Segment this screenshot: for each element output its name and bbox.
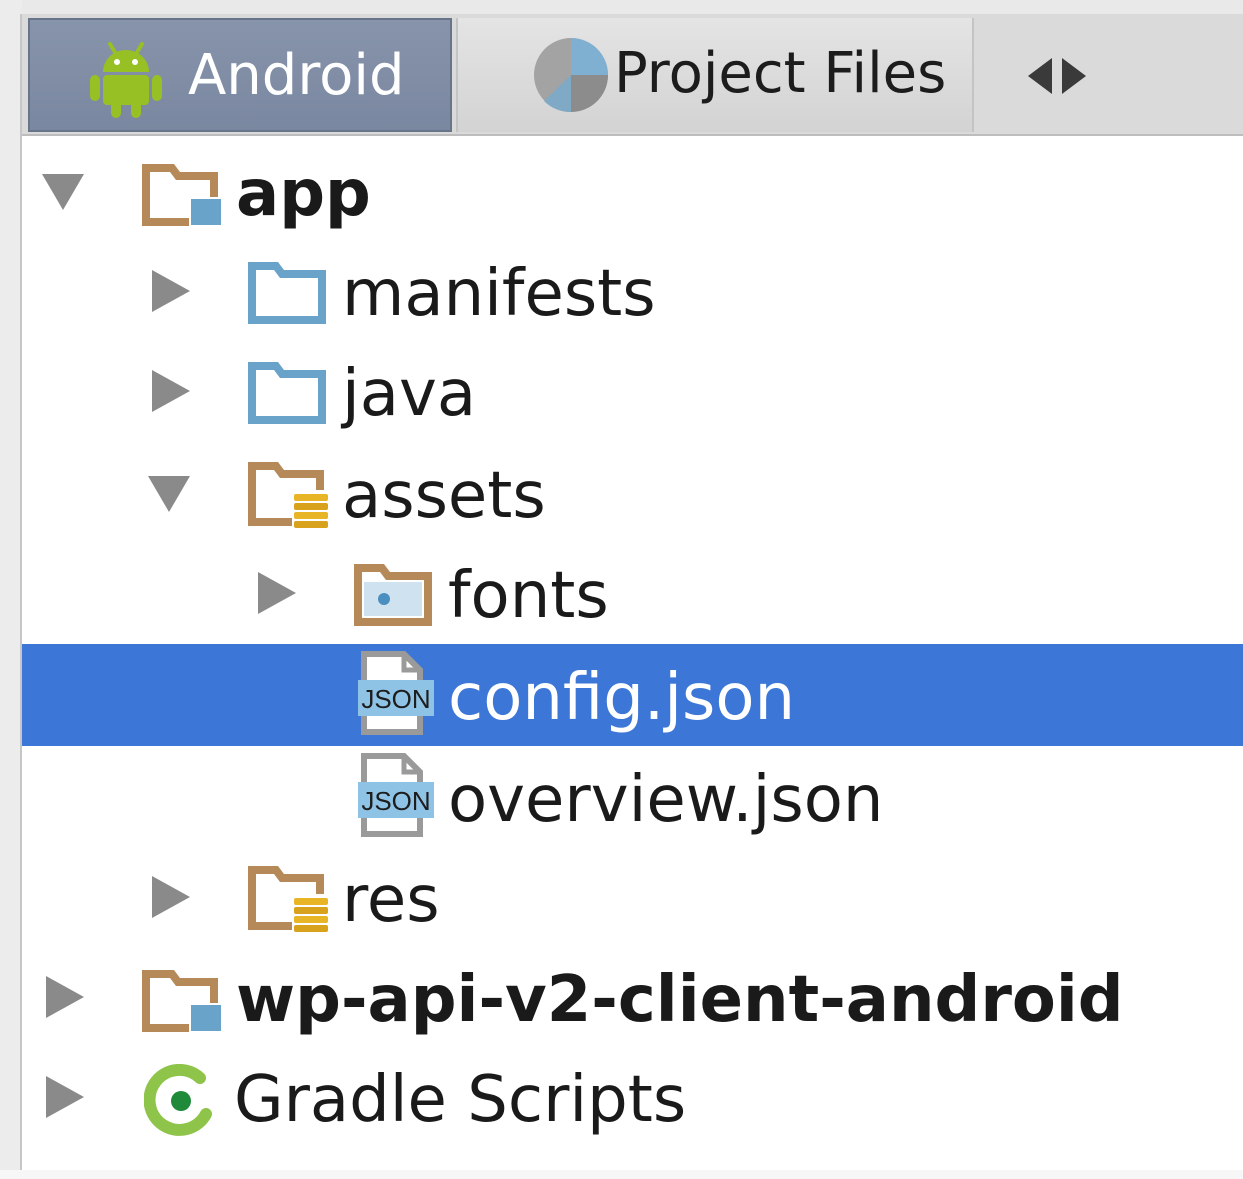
tab-project-files-label: Project Files (614, 41, 947, 106)
collapsed-arrow-icon[interactable] (148, 874, 194, 924)
tree-node-label: manifests (342, 257, 656, 331)
collapsed-arrow-icon[interactable] (42, 974, 88, 1024)
resource-folder-icon (248, 458, 332, 534)
collapsed-arrow-icon[interactable] (148, 368, 194, 418)
window-frame-bottom (0, 1170, 1243, 1179)
resource-folder-icon (248, 862, 332, 938)
tree-node-label: Gradle Scripts (234, 1063, 687, 1137)
tree-node-label: java (342, 357, 477, 431)
tree-node-gradle-scripts[interactable]: Gradle Scripts (22, 1046, 1243, 1148)
module-folder-icon (142, 964, 226, 1038)
window-frame-top (0, 0, 1243, 14)
tree-node-label: overview.json (448, 763, 884, 837)
tree-node-label: assets (342, 459, 546, 533)
tree-node-overview-json[interactable]: JSON overview.json (22, 746, 1243, 848)
json-file-icon: JSON (358, 752, 434, 842)
tree-node-label: app (236, 157, 371, 231)
svg-text:JSON: JSON (361, 786, 430, 816)
expanded-arrow-icon[interactable] (40, 168, 86, 218)
folder-icon (248, 358, 328, 430)
package-folder-icon (354, 560, 434, 632)
tree-node-java[interactable]: java (22, 340, 1243, 442)
expanded-arrow-icon[interactable] (146, 470, 192, 520)
window-frame-left (0, 0, 22, 1179)
tree-node-label: res (342, 863, 440, 937)
project-files-icon (532, 36, 610, 118)
tab-android[interactable]: Android (28, 18, 452, 132)
folder-icon (248, 258, 328, 330)
collapsed-arrow-icon[interactable] (42, 1074, 88, 1124)
tree-node-res[interactable]: res (22, 846, 1243, 948)
tree-node-config-json[interactable]: JSON config.json (22, 644, 1243, 746)
tree-node-wp-api-v2-client-android[interactable]: wp-api-v2-client-android (22, 946, 1243, 1048)
tree-node-app[interactable]: app (22, 140, 1243, 242)
tree-node-label: config.json (448, 661, 796, 735)
gradle-icon (143, 1063, 218, 1142)
tree-node-label: fonts (448, 559, 609, 633)
tree-node-assets[interactable]: assets (22, 442, 1243, 544)
json-file-icon: JSON (358, 650, 434, 740)
tab-android-label: Android (188, 43, 405, 108)
collapsed-arrow-icon[interactable] (148, 268, 194, 318)
tab-project-files[interactable]: Project Files (456, 18, 974, 132)
tree-node-fonts[interactable]: fonts (22, 542, 1243, 644)
collapsed-arrow-icon[interactable] (254, 570, 300, 620)
left-right-arrows-icon[interactable] (1022, 56, 1094, 96)
android-icon (88, 40, 164, 122)
tree-node-label: wp-api-v2-client-android (236, 963, 1124, 1037)
svg-text:JSON: JSON (361, 684, 430, 714)
module-folder-icon (142, 158, 226, 232)
project-view-tabbar: Android Project Files (22, 14, 1243, 136)
project-tree: app manifests java assets fonts JSON con… (22, 140, 1243, 1170)
tree-node-manifests[interactable]: manifests (22, 240, 1243, 342)
